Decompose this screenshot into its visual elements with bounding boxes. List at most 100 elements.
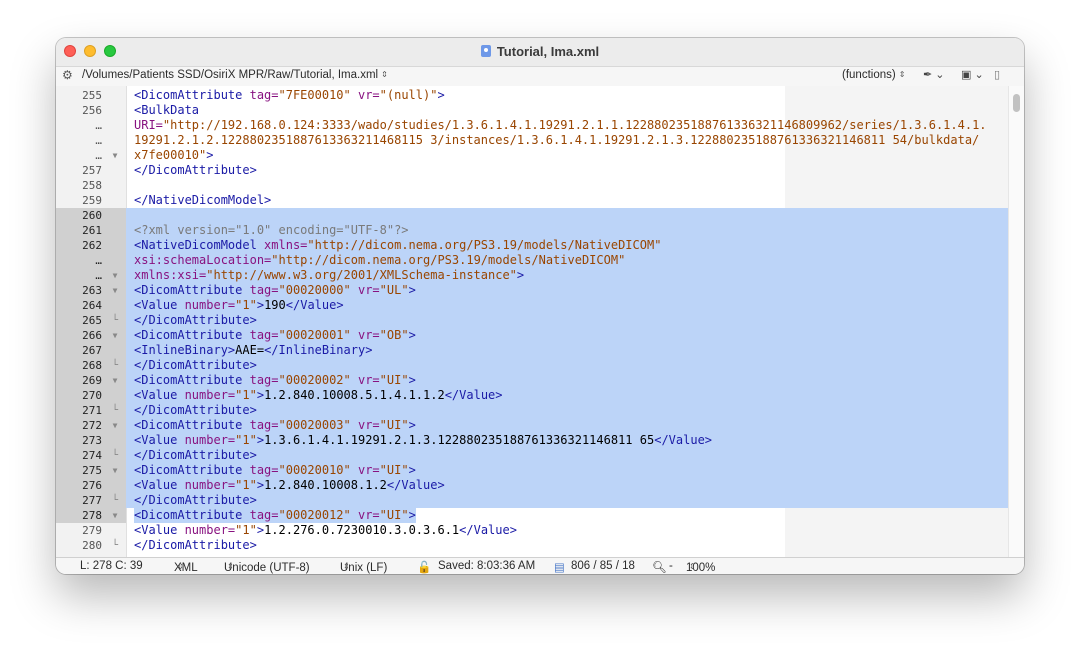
syntax-token: number= xyxy=(184,298,236,312)
fold-end-icon[interactable]: └ xyxy=(109,403,121,418)
code-line[interactable]: 258 xyxy=(56,178,1008,193)
fold-triangle-icon[interactable]: ▼ xyxy=(109,328,121,343)
fold-triangle-icon[interactable]: ▼ xyxy=(109,418,121,433)
code-line[interactable]: 269 ▼ <DicomAttribute tag="00020002" vr="U… xyxy=(56,373,1008,388)
syntax-token: > xyxy=(408,508,416,522)
code-line[interactable]: 267 <InlineBinary>AAE=</InlineBinary> xyxy=(56,343,1008,358)
code-text: </NativeDicomModel> xyxy=(134,193,271,208)
code-line[interactable]: 263 ▼ <DicomAttribute tag="00020000" vr="U… xyxy=(56,283,1008,298)
code-line[interactable]: 265 └ </DicomAttribute> xyxy=(56,313,1008,328)
line-number: 259 xyxy=(82,194,102,207)
code-text: <Value number="1">190</Value> xyxy=(134,298,344,313)
code-line[interactable]: 255 <DicomAttribute tag="7FE00010" vr="(n… xyxy=(56,88,1008,103)
line-number: 263 xyxy=(82,284,102,297)
code-line[interactable]: 256 <BulkData xyxy=(56,103,1008,118)
syntax-token: <DicomAttribute xyxy=(134,283,250,297)
syntax-token: vr= xyxy=(350,328,380,342)
code-text: </DicomAttribute> xyxy=(134,448,257,463)
code-text: <BulkData xyxy=(134,103,199,118)
title-bar: Tutorial, Ima.xml xyxy=(56,38,1024,66)
code-line[interactable]: 270 <Value number="1">1.2.840.10008.5.1.4… xyxy=(56,388,1008,403)
code-line[interactable]: … 19291.2.1.2.122880235188761336321146811… xyxy=(56,133,1008,148)
line-number: 275 xyxy=(82,464,102,477)
syntax-token: number= xyxy=(184,433,236,447)
code-line[interactable]: … ▼ x7fe00010"> xyxy=(56,148,1008,163)
syntax-token: URI= xyxy=(134,118,163,132)
code-text: <?xml version="1.0" encoding="UTF-8"?> xyxy=(134,223,409,238)
code-line[interactable]: 272 ▼ <DicomAttribute tag="00020003" vr="U… xyxy=(56,418,1008,433)
line-number: 277 xyxy=(82,494,102,507)
syntax-token: </DicomAttribute> xyxy=(134,538,257,552)
file-path-popup[interactable]: /Volumes/Patients SSD/OsiriX MPR/Raw/Tut… xyxy=(82,69,388,81)
code-line[interactable]: … URI="http://192.168.0.124:3333/wado/stu… xyxy=(56,118,1008,133)
code-line[interactable]: 261 <?xml version="1.0" encoding="UTF-8"?… xyxy=(56,223,1008,238)
fold-triangle-icon[interactable]: ▼ xyxy=(109,373,121,388)
code-line[interactable]: 280 └ </DicomAttribute> xyxy=(56,538,1008,553)
code-text: </DicomAttribute> xyxy=(134,163,257,178)
pen-icon[interactable]: ✒ ⌄ xyxy=(923,68,945,81)
popup-arrows-icon: ⇕ xyxy=(227,562,234,571)
syntax-token: 1.2.276.0.7230010.3.0.3.6.1 xyxy=(264,523,460,537)
code-line[interactable]: 278 ▼ <DicomAttribute tag="00020012" vr="U… xyxy=(56,508,1008,523)
lock-icon[interactable]: 🔓 xyxy=(417,560,431,574)
syntax-token: "00020012" xyxy=(278,508,351,522)
fold-end-icon[interactable]: └ xyxy=(109,313,121,328)
window-stack-icon[interactable]: ▣ ⌄ xyxy=(961,68,984,81)
code-line[interactable]: 276 <Value number="1">1.2.840.10008.1.2</… xyxy=(56,478,1008,493)
fold-triangle-icon[interactable]: ▼ xyxy=(109,463,121,478)
fold-triangle-icon[interactable]: ▼ xyxy=(109,268,121,283)
saved-time: Saved: 8:03:36 AM xyxy=(438,560,536,572)
syntax-token: "UI" xyxy=(379,508,409,522)
code-line[interactable]: 271 └ </DicomAttribute> xyxy=(56,403,1008,418)
code-line[interactable]: … xsi:schemaLocation="http://dicom.nema.o… xyxy=(56,253,1008,268)
popup-arrows-icon: ⇕ xyxy=(343,562,350,571)
fold-end-icon[interactable]: └ xyxy=(109,358,121,373)
syntax-token: <Value xyxy=(134,433,185,447)
code-editor[interactable]: 255 <DicomAttribute tag="7FE00010" vr="(n… xyxy=(56,86,1024,557)
fold-end-icon[interactable]: └ xyxy=(109,493,121,508)
syntax-token: > xyxy=(206,148,214,162)
fold-triangle-icon[interactable]: ▼ xyxy=(109,148,121,163)
syntax-token: xsi:schemaLocation= xyxy=(134,253,272,267)
vertical-scrollbar[interactable] xyxy=(1008,86,1024,557)
code-line[interactable]: 257 </DicomAttribute> xyxy=(56,163,1008,178)
syntax-token: </DicomAttribute> xyxy=(134,448,257,462)
document-stats-icon: ▤ xyxy=(554,562,565,574)
fold-end-icon[interactable]: └ xyxy=(109,538,121,553)
functions-popup[interactable]: (functions) ⇕ xyxy=(842,69,905,81)
code-line[interactable]: … ▼ xmlns:xsi="http://www.w3.org/2001/XMLS… xyxy=(56,268,1008,283)
magnifier-icon[interactable]: 🔍︎ xyxy=(652,560,667,574)
syntax-token: "1" xyxy=(235,523,257,537)
fold-end-icon[interactable]: └ xyxy=(109,448,121,463)
document-page-icon[interactable]: ▯ xyxy=(994,68,1000,81)
syntax-token: > xyxy=(256,478,265,492)
code-line[interactable]: 275 ▼ <DicomAttribute tag="00020010" vr="U… xyxy=(56,463,1008,478)
code-line[interactable]: 259 </NativeDicomModel> xyxy=(56,193,1008,208)
gear-icon[interactable]: ⚙ xyxy=(62,68,73,82)
syntax-token: <DicomAttribute xyxy=(134,88,250,102)
fold-triangle-icon[interactable]: ▼ xyxy=(109,283,121,298)
syntax-token: "http://dicom.nema.org/PS3.19/models/Nat… xyxy=(307,238,662,252)
line-number: 279 xyxy=(82,524,102,537)
scrollbar-thumb[interactable] xyxy=(1013,94,1020,112)
fold-triangle-icon[interactable]: ▼ xyxy=(109,508,121,523)
code-line[interactable]: 279 <Value number="1">1.2.276.0.7230010.3… xyxy=(56,523,1008,538)
code-line[interactable]: 277 └ </DicomAttribute> xyxy=(56,493,1008,508)
syntax-token: "UI" xyxy=(379,463,409,477)
syntax-token: </DicomAttribute> xyxy=(134,313,257,327)
code-line[interactable]: 273 <Value number="1">1.3.6.1.4.1.19291.2… xyxy=(56,433,1008,448)
code-line[interactable]: 266 ▼ <DicomAttribute tag="00020001" vr="O… xyxy=(56,328,1008,343)
document-counts[interactable]: 806 / 85 / 18 xyxy=(571,560,635,572)
code-line[interactable]: 264 <Value number="1">190</Value> xyxy=(56,298,1008,313)
syntax-token: </Value> xyxy=(654,433,713,447)
syntax-token: > xyxy=(256,388,265,402)
line-number: 266 xyxy=(82,329,102,342)
cursor-position[interactable]: L: 278 C: 39 xyxy=(80,560,143,572)
code-line[interactable]: 268 └ </DicomAttribute> xyxy=(56,358,1008,373)
code-line[interactable]: 260 xyxy=(56,208,1008,223)
code-line[interactable]: 262 <NativeDicomModel xmlns="http://dicom… xyxy=(56,238,1008,253)
zoom-out-button[interactable]: - xyxy=(669,560,673,572)
line-number: 267 xyxy=(82,344,102,357)
syntax-token: </DicomAttribute> xyxy=(134,163,257,177)
code-line[interactable]: 274 └ </DicomAttribute> xyxy=(56,448,1008,463)
